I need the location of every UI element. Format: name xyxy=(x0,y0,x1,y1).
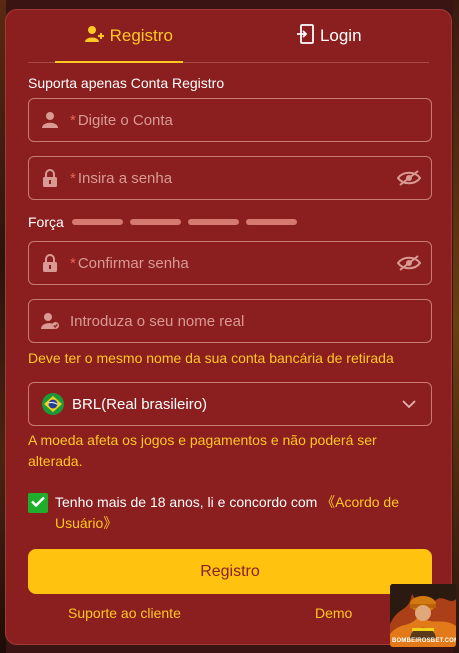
tab-registro[interactable]: Registro xyxy=(28,10,229,63)
realname-field[interactable]: Introduza o seu nome real xyxy=(28,299,432,343)
realname-placeholder: Introduza o seu nome real xyxy=(70,312,245,330)
account-field[interactable]: * Digite o Conta xyxy=(28,98,432,142)
lock-icon xyxy=(30,168,70,188)
brazil-flag-icon xyxy=(42,393,64,415)
currency-select[interactable]: BRL(Real brasileiro) xyxy=(28,382,432,426)
demo-link[interactable]: Demo xyxy=(315,605,352,621)
register-modal: Registro Login Suporta apenas Conta Regi… xyxy=(5,9,452,645)
confirm-password-field[interactable]: * Confirmar senha xyxy=(28,241,432,285)
currency-value: BRL(Real brasileiro) xyxy=(72,395,208,413)
strength-bar xyxy=(129,219,181,225)
user-icon xyxy=(30,111,70,129)
login-door-icon xyxy=(296,23,320,49)
support-note: Suporta apenas Conta Registro xyxy=(28,75,225,91)
strength-bar xyxy=(71,219,123,225)
account-placeholder: * Digite o Conta xyxy=(70,111,173,129)
bombeirosbet-badge[interactable]: BOMBEIROSBET.COM xyxy=(390,584,456,647)
add-user-icon xyxy=(84,24,110,49)
agree-text: Tenho mais de 18 anos, li e concordo com… xyxy=(55,494,399,531)
user-check-icon xyxy=(30,312,70,330)
lock-icon xyxy=(30,253,70,273)
realname-hint: Deve ter o mesmo nome da sua conta bancá… xyxy=(28,350,394,366)
strength-bar xyxy=(245,219,297,225)
background-right xyxy=(453,0,459,653)
password-strength: Força xyxy=(28,214,304,230)
customer-support-link[interactable]: Suporte ao cliente xyxy=(68,605,181,621)
password-placeholder: * Insira a senha xyxy=(70,169,173,187)
strength-bar xyxy=(187,219,239,225)
strength-label: Força xyxy=(28,214,64,230)
tab-registro-label: Registro xyxy=(109,26,173,45)
age-agree-checkbox[interactable] xyxy=(28,493,48,513)
register-submit-button[interactable]: Registro xyxy=(28,549,432,594)
currency-hint: A moeda afeta os jogos e pagamentos e nã… xyxy=(28,432,377,469)
confirm-placeholder: * Confirmar senha xyxy=(70,254,189,272)
eye-off-icon[interactable] xyxy=(387,255,431,271)
tab-login[interactable]: Login xyxy=(229,10,430,62)
badge-text: BOMBEIROSBET.COM xyxy=(392,638,456,644)
auth-tabs: Registro Login xyxy=(28,10,429,63)
chevron-down-icon[interactable] xyxy=(387,399,431,409)
password-field[interactable]: * Insira a senha xyxy=(28,156,432,200)
checkmark-icon xyxy=(31,494,45,512)
tab-login-label: Login xyxy=(319,26,362,45)
eye-off-icon[interactable] xyxy=(387,170,431,186)
